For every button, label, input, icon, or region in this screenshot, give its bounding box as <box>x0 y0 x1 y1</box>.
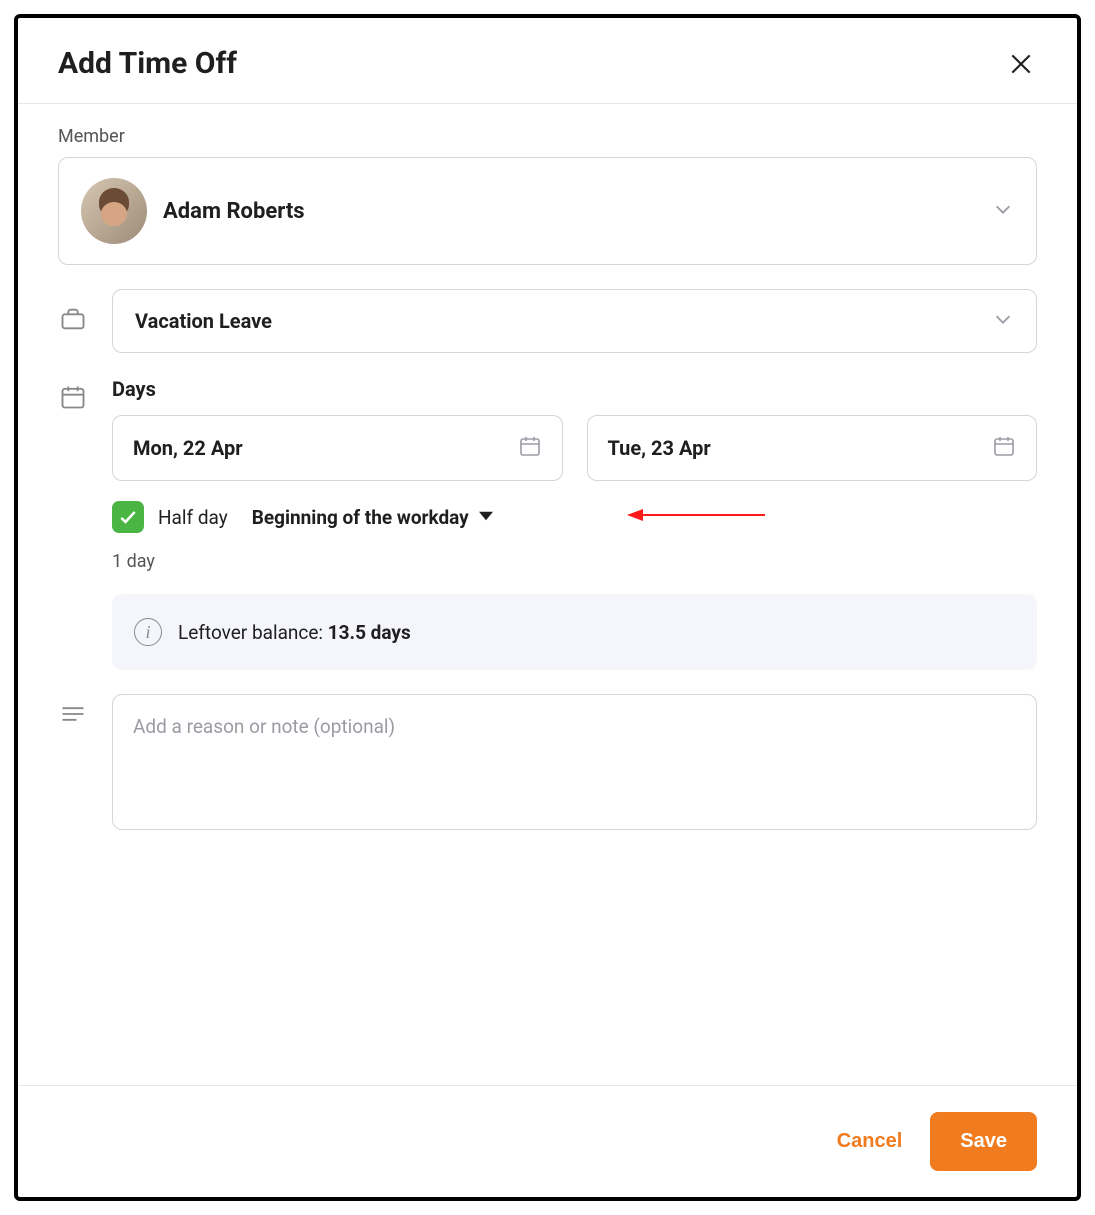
avatar <box>81 178 147 244</box>
end-date-input[interactable]: Tue, 23 Apr <box>587 415 1038 481</box>
note-box <box>112 694 1037 830</box>
balance-text: Leftover balance: 13.5 days <box>178 621 411 644</box>
note-icon <box>58 694 88 728</box>
dialog-title: Add Time Off <box>58 46 237 81</box>
chevron-down-icon <box>992 308 1014 334</box>
calendar-icon <box>992 434 1016 462</box>
dialog-footer: Cancel Save <box>18 1085 1077 1197</box>
cancel-button[interactable]: Cancel <box>837 1130 903 1153</box>
member-select[interactable]: Adam Roberts <box>58 157 1037 265</box>
check-icon <box>118 507 138 527</box>
start-date-value: Mon, 22 Apr <box>133 436 243 460</box>
note-textarea[interactable] <box>133 715 1016 805</box>
calendar-icon <box>58 377 88 411</box>
close-icon <box>1008 51 1034 77</box>
chevron-down-icon <box>992 198 1014 224</box>
balance-box: i Leftover balance: 13.5 days <box>112 594 1037 670</box>
end-date-value: Tue, 23 Apr <box>608 436 711 460</box>
briefcase-icon <box>58 289 88 333</box>
member-label: Member <box>58 126 1037 147</box>
caret-down-icon <box>479 508 493 527</box>
duration-text: 1 day <box>112 551 1037 572</box>
half-day-option-select[interactable]: Beginning of the workday <box>252 506 493 529</box>
info-icon: i <box>134 618 162 646</box>
half-day-label: Half day <box>158 506 228 529</box>
dialog-header: Add Time Off <box>18 18 1077 104</box>
dialog-body: Member Adam Roberts Vacation Leave <box>18 104 1077 1085</box>
dialog-frame: Add Time Off Member Adam Roberts <box>14 14 1081 1201</box>
leave-type-value: Vacation Leave <box>135 309 272 333</box>
balance-value: 13.5 days <box>328 621 411 644</box>
member-name: Adam Roberts <box>163 199 305 224</box>
calendar-icon <box>518 434 542 462</box>
annotation-arrow <box>627 504 767 530</box>
start-date-input[interactable]: Mon, 22 Apr <box>112 415 563 481</box>
close-button[interactable] <box>1005 48 1037 80</box>
half-day-option-value: Beginning of the workday <box>252 506 469 529</box>
half-day-checkbox[interactable] <box>112 501 144 533</box>
days-heading: Days <box>112 377 1037 401</box>
save-button[interactable]: Save <box>930 1112 1037 1171</box>
leave-type-select[interactable]: Vacation Leave <box>112 289 1037 353</box>
balance-label: Leftover balance: <box>178 621 328 644</box>
